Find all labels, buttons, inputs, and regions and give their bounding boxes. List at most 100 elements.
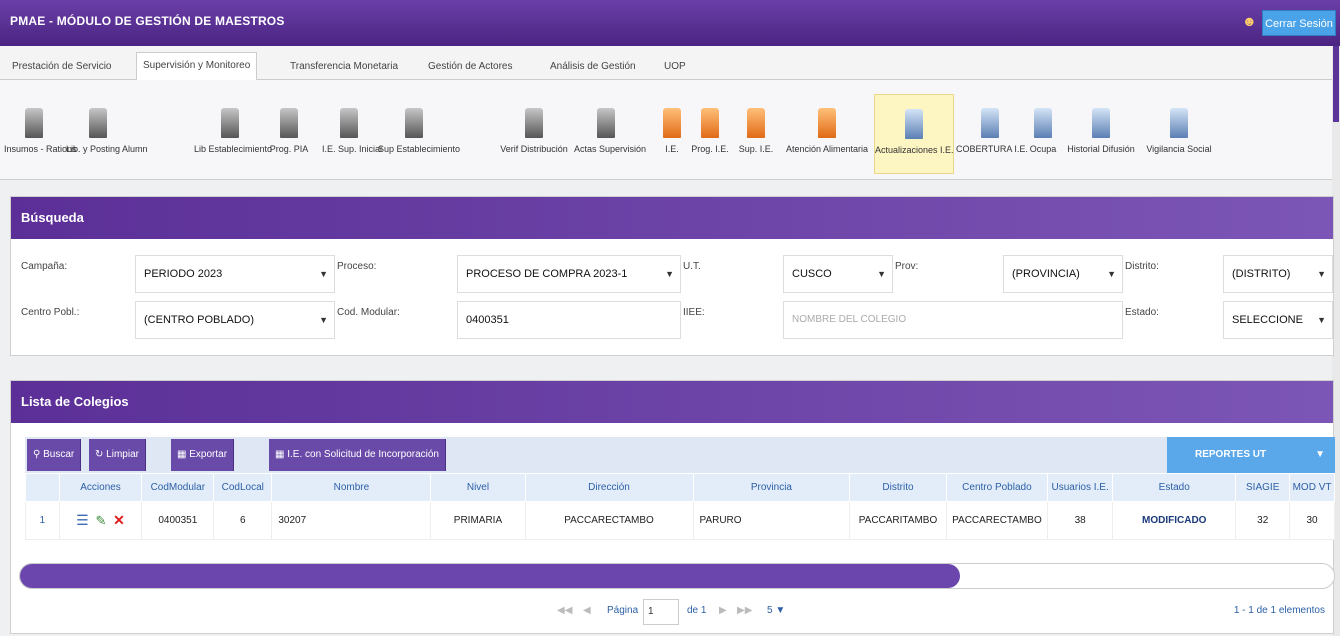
- tool-actas-supervision[interactable]: Actas Supervisión: [574, 94, 646, 174]
- column-header-codmodular[interactable]: CodModular: [141, 473, 215, 502]
- tool-cobertura-ie[interactable]: COBERTURA I.E.: [956, 94, 1028, 174]
- column-header-nombre[interactable]: Nombre: [271, 473, 432, 502]
- tool-insumos[interactable]: Insumos - Rations: [4, 94, 77, 174]
- search-panel-title: Búsqueda: [11, 197, 1333, 239]
- buscar-button[interactable]: ⚲ Buscar: [27, 439, 82, 471]
- iiee-input[interactable]: NOMBRE DEL COLEGIO: [783, 301, 1123, 339]
- estado-select[interactable]: SELECCIONE ▼: [1223, 301, 1333, 339]
- proceso-label: Proceso:: [337, 261, 377, 272]
- tool-prog-pia[interactable]: Prog. PIA: [268, 94, 310, 174]
- chevron-down-icon: ▼: [319, 315, 328, 325]
- table-row[interactable]: 1 ☰ ✎ ✕ 0400351 6 30207 PRIMARIA PACCARE…: [25, 501, 1335, 540]
- campania-select[interactable]: PERIODO 2023 ▼: [135, 255, 335, 293]
- database-icon: [25, 108, 43, 138]
- edit-icon[interactable]: ✎: [95, 513, 106, 529]
- scrollbar-thumb[interactable]: [1333, 46, 1339, 122]
- app-title: PMAE - MÓDULO DE GESTIÓN DE MAESTROS: [10, 14, 285, 28]
- tab-gestion-actores[interactable]: Gestión de Actores: [428, 54, 513, 80]
- tool-posting[interactable]: Lib. y Posting Alumn: [66, 94, 148, 174]
- colegios-panel: Lista de Colegios ⚲ Buscar ↻ Limpiar ▦ E…: [10, 380, 1335, 634]
- chevron-down-icon: ▼: [877, 269, 886, 279]
- codmod-input[interactable]: 0400351: [457, 301, 681, 339]
- column-header-distrito[interactable]: Distrito: [849, 473, 947, 502]
- first-page-icon[interactable]: ◀◀: [557, 605, 572, 616]
- search-row-1: Campaña: PERIODO 2023 ▼ Proceso: PROCESO …: [11, 255, 1335, 297]
- cell-direccion: PACCARECTAMBO: [524, 501, 694, 540]
- limpiar-button[interactable]: ↻ Limpiar: [89, 439, 146, 471]
- module-toolbar: Insumos - Rations Lib. y Posting Alumn L…: [0, 80, 1332, 180]
- page-label: Página: [607, 605, 639, 616]
- pagination-summary: 1 - 1 de 1 elementos: [1233, 605, 1325, 616]
- column-header-nivel[interactable]: Nivel: [430, 473, 526, 502]
- stack-icon: [1092, 108, 1110, 138]
- campania-label: Campaña:: [21, 261, 68, 272]
- chevron-down-icon: ▼: [1317, 315, 1326, 325]
- table-horizontal-scrollbar[interactable]: [19, 563, 1335, 589]
- tool-verif-distribucion[interactable]: Verif Distribución: [498, 94, 570, 174]
- column-header-mod-vt[interactable]: MOD VT: [1289, 473, 1335, 502]
- tab-transferencia[interactable]: Transferencia Monetaria: [290, 54, 398, 80]
- tab-supervision[interactable]: Supervisión y Monitoreo: [136, 52, 258, 81]
- next-page-icon[interactable]: ▶: [719, 605, 727, 616]
- tool-ie[interactable]: I.E.: [660, 94, 684, 174]
- scrollbar-thumb[interactable]: [20, 564, 960, 588]
- cell-siagie: 32: [1235, 501, 1291, 540]
- last-page-icon[interactable]: ▶▶: [737, 605, 752, 616]
- menu-tabs: Prestación de Servicio Supervisión y Mon…: [0, 46, 1332, 81]
- codmod-label: Cod. Modular:: [337, 307, 400, 318]
- tool-prog-ie[interactable]: Prog. I.E.: [688, 94, 732, 174]
- centro-poblado-select[interactable]: (CENTRO POBLADO) ▼: [135, 301, 335, 339]
- column-header-provincia[interactable]: Provincia: [692, 473, 851, 502]
- page-number-input[interactable]: 1: [643, 599, 679, 625]
- stack-icon: [701, 108, 719, 138]
- prev-page-icon[interactable]: ◀: [583, 605, 591, 616]
- tab-prestacion[interactable]: Prestación de Servicio: [12, 54, 112, 80]
- list-icon[interactable]: ☰: [76, 512, 89, 529]
- distrito-label: Distrito:: [1125, 261, 1159, 272]
- tool-atencion-alimentaria[interactable]: Atención Alimentaria: [784, 94, 870, 174]
- centro-poblado-label: Centro Pobl.:: [21, 307, 80, 318]
- user-icon: ☻: [1242, 13, 1257, 29]
- column-header-estado[interactable]: Estado: [1112, 473, 1237, 502]
- page-size-select[interactable]: 5 ▼: [767, 605, 785, 616]
- chevron-down-icon: ▼: [665, 269, 674, 279]
- database-icon: [89, 108, 107, 138]
- delete-icon[interactable]: ✕: [113, 512, 125, 529]
- tab-uop[interactable]: UOP: [664, 54, 686, 80]
- provincia-select[interactable]: (PROVINCIA) ▼: [1003, 255, 1123, 293]
- chevron-down-icon: ▼: [1315, 449, 1325, 460]
- column-header-acciones: Acciones: [58, 473, 143, 502]
- column-header-index: [25, 473, 60, 502]
- tool-sup-ie[interactable]: Sup. I.E.: [734, 94, 778, 174]
- column-header-codlocal[interactable]: CodLocal: [213, 473, 273, 502]
- header-bar: PMAE - MÓDULO DE GESTIÓN DE MAESTROS ☻ C…: [0, 0, 1340, 46]
- database-icon: [221, 108, 239, 138]
- tool-actualizaciones-ie[interactable]: Actualizaciones I.E.: [874, 94, 954, 174]
- document-icon: ▦: [275, 449, 288, 460]
- proceso-select[interactable]: PROCESO DE COMPRA 2023-1 ▼: [457, 255, 681, 293]
- exportar-button[interactable]: ▦ Exportar: [171, 439, 235, 471]
- tool-vigilancia-social[interactable]: Vigilancia Social: [1144, 94, 1214, 174]
- ut-select[interactable]: CUSCO ▼: [783, 255, 893, 293]
- refresh-icon: ↻: [95, 449, 107, 460]
- cell-mod-vt: 30: [1289, 501, 1335, 540]
- tool-lib-establecimiento[interactable]: Lib Establecimiento: [194, 94, 272, 174]
- column-header-centro-poblado[interactable]: Centro Poblado: [945, 473, 1049, 502]
- tool-historial-difusion[interactable]: Historial Difusión: [1064, 94, 1138, 174]
- row-index: 1: [25, 501, 60, 540]
- stack-icon: [1170, 108, 1188, 138]
- logout-button[interactable]: Cerrar Sesión: [1262, 10, 1336, 36]
- column-header-usuarios-ie[interactable]: Usuarios I.E.: [1047, 473, 1114, 502]
- search-panel: Búsqueda Campaña: PERIODO 2023 ▼ Proceso:…: [10, 196, 1334, 356]
- reportes-ut-dropdown[interactable]: REPORTES UT ▼: [1167, 437, 1335, 473]
- solicitud-incorporacion-button[interactable]: ▦ I.E. con Solicitud de Incorporación: [269, 439, 446, 471]
- tab-analisis[interactable]: Análisis de Gestión: [550, 54, 636, 80]
- tool-ocupa[interactable]: Ocupa: [1028, 94, 1058, 174]
- distrito-select[interactable]: (DISTRITO) ▼: [1223, 255, 1333, 293]
- column-header-siagie[interactable]: SIAGIE: [1235, 473, 1291, 502]
- tool-sup-establecimiento[interactable]: Sup Establecimiento: [378, 94, 460, 174]
- ut-label: U.T.: [683, 261, 701, 272]
- column-header-direccion[interactable]: Dirección: [524, 473, 694, 502]
- stack-icon: [905, 109, 923, 139]
- tool-ie-sup-inicial[interactable]: I.E. Sup. Inicial: [322, 94, 382, 174]
